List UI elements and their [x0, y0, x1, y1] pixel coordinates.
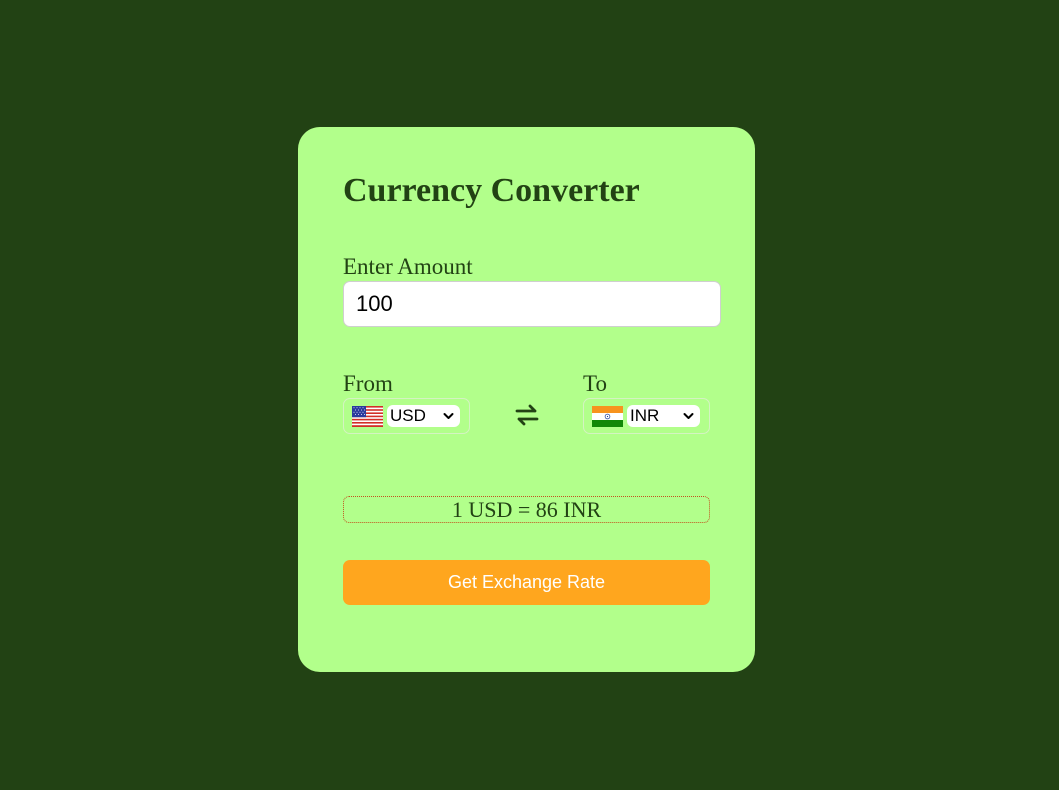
- india-flag-icon: [592, 406, 623, 427]
- exchange-rate-text: 1 USD = 86 INR: [343, 496, 710, 523]
- chevron-down-icon: [683, 413, 694, 419]
- us-flag-icon: [352, 406, 383, 427]
- from-label: From: [343, 371, 393, 396]
- swap-arrows-icon[interactable]: [512, 400, 542, 430]
- from-currency-value: USD: [390, 406, 426, 425]
- chevron-down-icon: [443, 413, 454, 419]
- to-currency-select[interactable]: INR: [627, 405, 700, 427]
- converter-card: Currency Converter Enter Amount From USD: [298, 127, 755, 672]
- page-title: Currency Converter: [343, 172, 640, 209]
- from-currency-container: USD: [343, 398, 470, 434]
- amount-label: Enter Amount: [343, 254, 473, 279]
- to-label: To: [583, 371, 607, 396]
- to-currency-container: INR: [583, 398, 710, 434]
- from-currency-select[interactable]: USD: [387, 405, 460, 427]
- to-currency-value: INR: [630, 406, 660, 425]
- get-exchange-rate-button[interactable]: Get Exchange Rate: [343, 560, 710, 605]
- amount-input[interactable]: [343, 281, 721, 327]
